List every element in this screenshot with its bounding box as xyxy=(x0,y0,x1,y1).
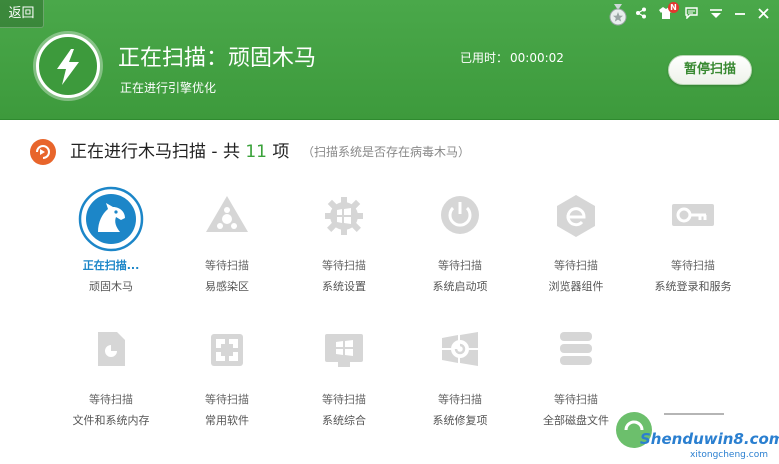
danger-zone-icon xyxy=(206,196,248,232)
scan-item-software[interactable]: 等待扫描 常用软件 xyxy=(172,320,282,430)
section-title: 正在进行木马扫描 - 共 11 项 xyxy=(70,140,289,164)
section-arrow-icon xyxy=(30,139,56,165)
minimize-icon[interactable] xyxy=(734,5,746,25)
section-note: （扫描系统是否存在病毒木马） xyxy=(302,145,471,159)
scan-item-system-repair[interactable]: 等待扫描 系统修复项 xyxy=(405,320,515,430)
section-title-suffix: 项 xyxy=(272,142,290,162)
scan-item-trojan[interactable]: 正在扫描... 顽固木马 xyxy=(56,186,166,296)
scan-item-name: 系统登录和服务 xyxy=(654,280,732,293)
scan-status: 等待扫描 xyxy=(671,259,715,272)
file-memory-icon xyxy=(98,332,125,366)
share-icon[interactable] xyxy=(635,5,647,25)
scan-item-login-services[interactable]: 等待扫描 系统登录和服务 xyxy=(638,186,748,296)
scan-item-name: 常用软件 xyxy=(205,414,249,427)
scan-status: 等待扫描 xyxy=(322,393,366,406)
scan-item-infection-zone[interactable]: 等待扫描 易感染区 xyxy=(172,186,282,296)
section-title-prefix: 正在进行木马扫描 - 共 xyxy=(70,142,240,162)
login-key-icon xyxy=(672,204,714,226)
back-button[interactable]: 返回 xyxy=(0,0,44,28)
browser-icon xyxy=(557,195,595,237)
scan-item-startup[interactable]: 等待扫描 系统启动项 xyxy=(405,186,515,296)
scan-item-name: 浏览器组件 xyxy=(548,280,604,293)
scan-item-file-memory[interactable]: 等待扫描 文件和系统内存 xyxy=(56,320,166,430)
elapsed-label: 已用时： xyxy=(460,51,509,65)
scan-header: 返回 N 正在扫描：顽固木马 正在进行引擎优化 已用时： 00:00:02 暂停… xyxy=(0,0,779,120)
close-icon[interactable] xyxy=(758,5,769,25)
menu-icon[interactable] xyxy=(710,5,722,25)
scan-status: 等待扫描 xyxy=(89,393,133,406)
settings-gear-icon xyxy=(325,197,363,235)
shirt-icon[interactable]: N xyxy=(659,2,679,25)
scan-item-name: 系统修复项 xyxy=(432,414,488,427)
lightning-icon xyxy=(36,34,100,98)
pause-scan-button[interactable]: 暂停扫描 xyxy=(668,55,752,85)
scan-item-name: 系统设置 xyxy=(322,280,366,293)
scan-status: 等待扫描 xyxy=(438,259,482,272)
scan-status: 正在扫描... xyxy=(82,259,140,272)
elapsed-time: 已用时： 00:00:02 xyxy=(458,49,564,67)
window-controls: N xyxy=(635,2,769,26)
scan-item-name: 文件和系统内存 xyxy=(72,414,150,427)
scan-item-name: 系统综合 xyxy=(322,414,366,427)
scan-item-browser[interactable]: 等待扫描 浏览器组件 xyxy=(521,186,631,296)
watermark-text-primary: Shenduwin8.com xyxy=(640,430,779,448)
scan-item-name: 系统启动项 xyxy=(432,280,488,293)
repair-icon xyxy=(442,332,478,366)
power-icon xyxy=(441,196,479,234)
notification-badge: N xyxy=(668,2,679,13)
scan-item-name: 顽固木马 xyxy=(89,280,133,293)
scan-status: 等待扫描 xyxy=(438,393,482,406)
scan-status: 等待扫描 xyxy=(205,393,249,406)
software-icon xyxy=(211,334,243,366)
scan-item-name: 易感染区 xyxy=(205,280,249,293)
scan-item-system-settings[interactable]: 等待扫描 系统设置 xyxy=(289,186,399,296)
scan-status: 等待扫描 xyxy=(322,259,366,272)
message-icon[interactable] xyxy=(685,5,698,25)
horse-icon xyxy=(78,186,144,252)
scan-item-system-general[interactable]: 等待扫描 系统综合 xyxy=(289,320,399,430)
watermark-text-secondary: xitongcheng.com xyxy=(690,450,768,460)
medal-icon[interactable] xyxy=(608,4,628,26)
scan-status: 等待扫描 xyxy=(205,259,249,272)
section-count: 11 xyxy=(245,142,267,162)
scan-status: 等待扫描 xyxy=(554,259,598,272)
scan-title: 正在扫描：顽固木马 xyxy=(118,46,317,71)
scan-subtitle: 正在进行引擎优化 xyxy=(120,81,217,95)
disk-stack-icon xyxy=(560,332,592,365)
windows-monitor-icon xyxy=(325,334,363,367)
elapsed-value: 00:00:02 xyxy=(510,51,564,65)
